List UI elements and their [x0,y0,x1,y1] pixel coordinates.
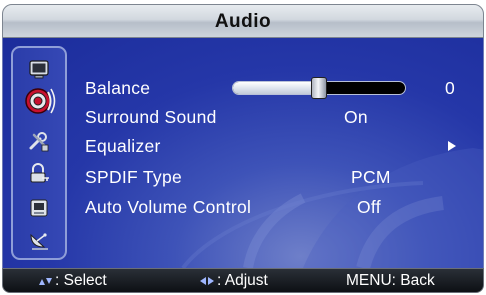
spdif-type-row[interactable]: SPDIF Type PCM [85,165,475,189]
equalizer-label: Equalizer [85,136,161,156]
equalizer-row[interactable]: Equalizer [85,134,475,158]
input-source-icon[interactable] [28,197,50,219]
tools-icon[interactable] [28,131,50,153]
surround-sound-label: Surround Sound [85,107,217,127]
balance-slider-thumb[interactable] [311,77,327,99]
back-hint-text: MENU: Back [346,272,435,289]
balance-slider-fill [233,82,319,94]
tv-screen-icon[interactable] [28,58,50,80]
select-hint: : Select [37,269,107,292]
audio-osd-menu: Audio Balance 0 Surround Sound On Equali… [0,0,486,295]
balance-value: 0 [445,78,456,98]
spdif-type-value[interactable]: PCM [351,165,391,189]
adjust-hint-text: : Adjust [217,272,268,289]
balance-label: Balance [85,78,151,98]
balance-slider[interactable] [232,77,406,99]
auto-volume-control-value[interactable]: Off [357,195,381,219]
title-bar: Audio [2,4,484,38]
main-panel: Balance 0 Surround Sound On Equalizer SP… [2,38,484,268]
category-sidebar [11,46,67,260]
satellite-dish-icon[interactable] [28,229,50,251]
left-right-arrows-icon [199,275,215,287]
footer-hint-bar: : Select : Adjust MENU: Back [2,268,484,293]
right-arrow-icon[interactable] [448,141,456,151]
surround-sound-value[interactable]: On [344,105,368,129]
back-hint: MENU: Back [346,269,435,292]
auto-volume-control-label: Auto Volume Control [85,197,252,217]
page-title: Audio [214,11,272,32]
auto-volume-control-row[interactable]: Auto Volume Control Off [85,195,475,219]
adjust-hint: : Adjust [199,269,268,292]
lock-key-icon[interactable] [28,163,50,185]
spdif-type-label: SPDIF Type [85,167,183,187]
balance-row[interactable]: Balance 0 [85,76,475,100]
speaker-icon[interactable] [22,85,56,117]
select-hint-text: : Select [55,272,107,289]
up-down-arrows-icon [37,275,53,287]
surround-sound-row[interactable]: Surround Sound On [85,105,475,129]
